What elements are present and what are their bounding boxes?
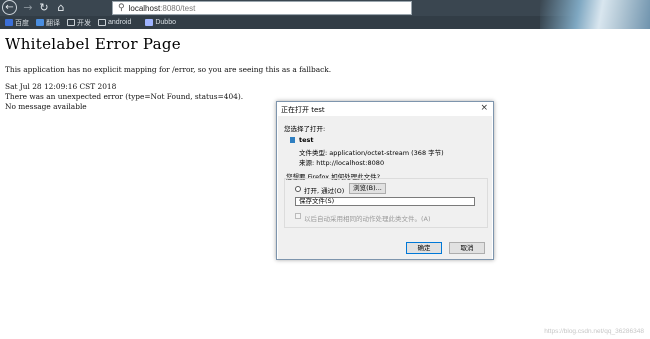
bookmark-label: 翻译 [46, 19, 60, 27]
url-text: localhost:8080/test [129, 4, 196, 13]
error-message-text: No message available [5, 102, 87, 111]
error-fallback-text: This application has no explicit mapping… [5, 65, 332, 74]
watermark-text: https://blog.csdn.net/qq_36286348 [544, 328, 644, 335]
bookmark-folder-dev[interactable]: 开发 [67, 18, 91, 28]
bookmark-label: android [108, 19, 132, 26]
close-icon[interactable]: × [480, 103, 488, 113]
open-with-radio[interactable] [295, 186, 301, 192]
address-bar[interactable]: ⚲ localhost:8080/test [112, 1, 412, 15]
url-host: localhost [128, 3, 161, 13]
home-icon[interactable]: ⌂ [55, 1, 67, 15]
page-title: Whitelabel Error Page [5, 35, 181, 53]
bookmark-label: 百度 [15, 19, 29, 27]
file-name: test [299, 136, 314, 144]
folder-icon [98, 19, 106, 26]
file-type: 文件类型: application/octet-stream (368 字节) [299, 149, 444, 157]
search-icon: ⚲ [118, 3, 125, 13]
remember-label: 以后自动采用相同的动作处理此类文件。(A) [304, 215, 431, 223]
folder-icon [67, 19, 75, 26]
url-path: :8080/test [160, 3, 196, 13]
baidu-icon [5, 19, 13, 26]
theme-background-image [540, 0, 650, 29]
remember-checkbox[interactable] [295, 213, 301, 219]
browse-button[interactable]: 浏览(B)... [349, 183, 386, 194]
bookmark-label: Dubbo [155, 19, 176, 26]
forward-arrow-icon[interactable]: → [22, 1, 34, 15]
error-timestamp: Sat Jul 28 12:09:16 CST 2018 [5, 82, 117, 91]
cancel-button[interactable]: 取消 [449, 242, 485, 254]
open-with-label: 打开, 通过(O) [304, 187, 345, 195]
translate-icon [36, 19, 44, 26]
file-source: 来源: http://localhost:8080 [299, 159, 385, 167]
error-status-text: There was an unexpected error (type=Not … [5, 92, 244, 101]
ok-button[interactable]: 确定 [406, 242, 442, 254]
save-file-option[interactable]: 保存文件(S) [295, 197, 475, 206]
bookmark-label: 开发 [77, 19, 91, 27]
bookmark-baidu[interactable]: 百度 [5, 18, 29, 28]
bookmark-dubbo[interactable]: Dubbo [145, 19, 176, 26]
opening-label: 您选择了打开: [284, 125, 326, 133]
back-arrow-icon[interactable]: ← [2, 0, 17, 15]
dubbo-icon [145, 19, 154, 26]
dialog-title: 正在打开 test [281, 106, 325, 114]
file-icon [290, 137, 295, 143]
dialog-body: 您选择了打开: test 文件类型: application/octet-str… [278, 116, 492, 259]
download-dialog: 正在打开 test × 您选择了打开: test 文件类型: applicati… [276, 101, 494, 260]
reload-icon[interactable]: ↻ [38, 1, 50, 15]
bookmark-translate[interactable]: 翻译 [36, 18, 60, 28]
bookmark-folder-android[interactable]: android [98, 19, 131, 26]
